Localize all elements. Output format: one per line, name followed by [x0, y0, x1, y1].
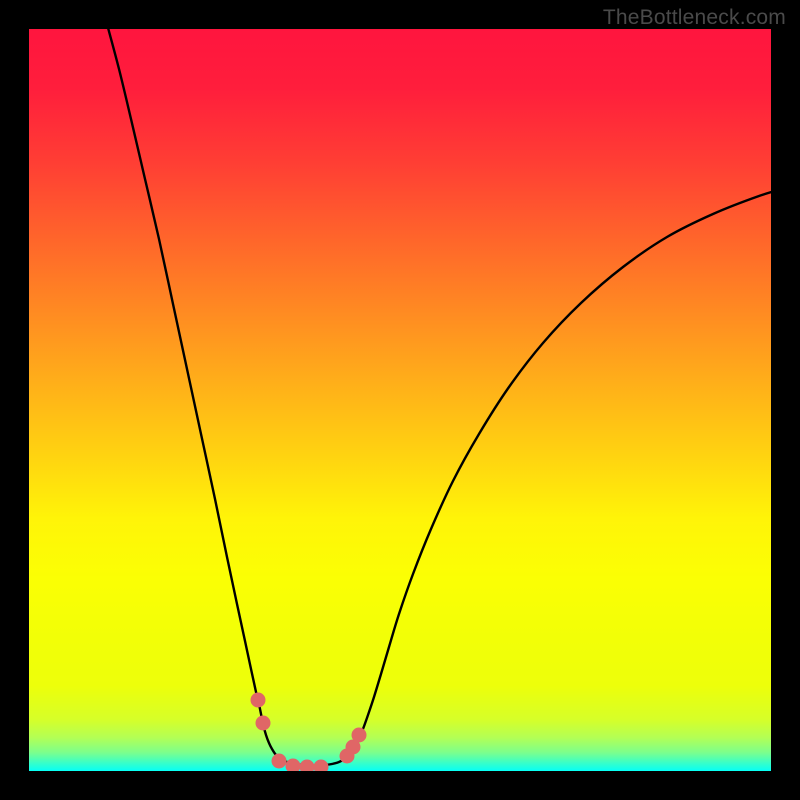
data-marker — [352, 728, 367, 743]
data-marker — [251, 693, 266, 708]
data-marker — [300, 760, 315, 772]
data-marker — [256, 716, 271, 731]
data-markers — [251, 693, 367, 772]
chart-svg — [29, 29, 771, 771]
chart-frame: TheBottleneck.com — [0, 0, 800, 800]
data-marker — [272, 754, 287, 769]
data-marker — [314, 760, 329, 772]
watermark-text: TheBottleneck.com — [603, 6, 786, 30]
data-marker — [286, 759, 301, 772]
plot-area — [29, 29, 771, 771]
bottleneck-curve — [107, 29, 771, 766]
